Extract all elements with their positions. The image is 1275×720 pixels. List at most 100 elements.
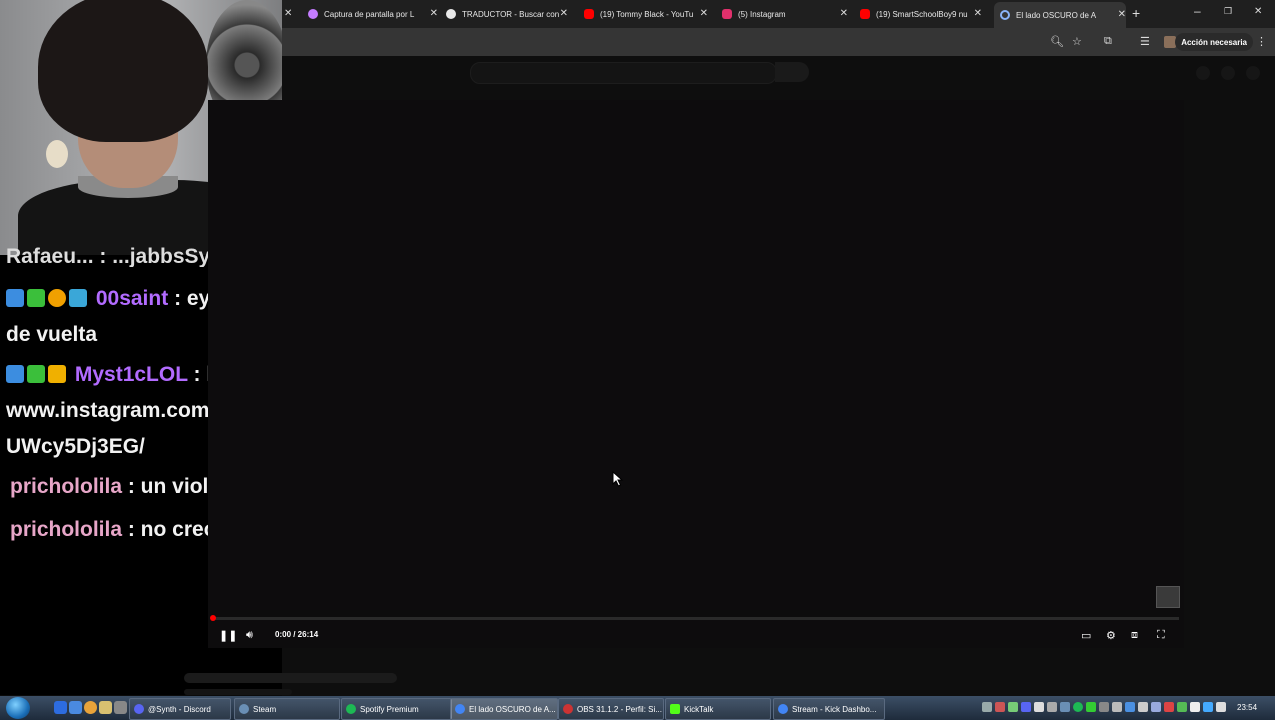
start-button[interactable] [6,697,30,719]
close-icon[interactable]: ✕ [840,8,848,19]
close-icon[interactable]: ✕ [560,8,568,19]
channel-watermark[interactable] [1156,586,1180,608]
browser-tab[interactable]: (5) Instagram ✕ [722,4,848,24]
tray-icon[interactable] [1177,702,1187,712]
tab-title: (19) SmartSchoolBoy9 nu [876,9,968,19]
taskbar-item-obs[interactable]: OBS 31.1.2 - Perfil: Si... [558,698,664,720]
badge-icon [6,365,24,383]
video-player[interactable] [208,100,1184,648]
taskbar-item-kick-dashboard[interactable]: Stream - Kick Dashbo... [773,698,885,720]
fullscreen-icon[interactable]: ⛶ [1157,629,1165,642]
profile-avatar[interactable] [1164,36,1176,48]
tray-icon[interactable] [995,702,1005,712]
media-icon[interactable]: ☰ [1140,35,1150,48]
chat-username: Myst1cLOL [74,363,188,386]
quick-launch-icon[interactable] [54,701,67,714]
tray-icon[interactable] [1099,702,1109,712]
chrome-icon [455,704,465,714]
header-icon[interactable] [1221,66,1235,80]
miniplayer-icon[interactable]: ⧈ [1131,629,1138,642]
browser-tab[interactable]: (19) SmartSchoolBoy9 nu ✕ [860,4,982,24]
restore-button[interactable]: ❐ [1224,6,1232,17]
instagram-icon [722,9,732,19]
taskbar-item-steam[interactable]: Steam [234,698,340,720]
tray-icon[interactable] [982,702,992,712]
extensions-icon[interactable]: ⧉ [1104,35,1112,48]
chat-username: 00saint [95,287,169,310]
crown-icon [48,365,66,383]
tab-title: Captura de pantalla por L [324,9,415,19]
taskbar-item-browser[interactable]: El lado OSCURO de A... [450,698,558,720]
search-input[interactable] [470,62,777,84]
youtube-icon [584,9,594,19]
tray-icon[interactable] [1164,702,1174,712]
minimize-button[interactable]: – [1194,4,1201,18]
avatar[interactable] [1246,66,1260,80]
bookmark-star-icon[interactable]: ☆ [1072,35,1082,48]
tab-title: (5) Instagram [738,9,786,19]
horizontal-scrollbar[interactable] [184,673,397,683]
settings-gear-icon[interactable]: ⚙ [1106,629,1116,642]
tray-icon[interactable] [1047,702,1057,712]
kicktalk-icon [670,704,680,714]
quick-launch-icon[interactable] [114,701,127,714]
badge-icon [48,289,66,307]
browser-tab[interactable]: Captura de pantalla por L ✕ [308,4,438,24]
video-progress-bar[interactable] [212,617,1179,620]
badge-icon [27,289,45,307]
discord-tray-icon[interactable] [1021,702,1031,712]
feather-icon [308,9,318,19]
scroll-indicator[interactable] [184,689,292,695]
tray-icon[interactable] [1008,702,1018,712]
zoom-icon[interactable]: 🔍︎ [1050,35,1064,48]
pause-icon[interactable]: ❚❚ [219,629,237,642]
menu-icon[interactable]: ⋮ [1256,35,1267,48]
tray-icon[interactable] [1138,702,1148,712]
browser-tab[interactable]: (19) Tommy Black - YouTu ✕ [584,4,708,24]
taskbar-item-spotify[interactable]: Spotify Premium [341,698,452,720]
volume-icon[interactable] [1216,702,1226,712]
chrome-icon [778,704,788,714]
tab-strip: ✕ Captura de pantalla por L ✕ TRADUCTOR … [282,0,1275,28]
spotify-icon [346,704,356,714]
steam-tray-icon[interactable] [1060,702,1070,712]
new-tab-button[interactable]: + [1132,5,1140,21]
tray-icon[interactable] [1203,702,1213,712]
scrubber-handle[interactable] [210,615,216,621]
spotify-tray-icon[interactable] [1073,702,1083,712]
tray-icon[interactable] [1125,702,1135,712]
subtitles-icon[interactable]: ▭ [1081,629,1091,642]
tray-icon[interactable] [1190,702,1200,712]
loading-icon [1000,10,1010,20]
search-button[interactable] [775,62,809,82]
tray-icon[interactable] [1034,702,1044,712]
close-icon[interactable]: ✕ [430,8,438,19]
action-required-button[interactable]: Acción necesaria [1175,33,1253,51]
mouse-cursor-icon [612,471,624,487]
volume-icon[interactable]: 🔊︎ [246,629,253,642]
header-icon[interactable] [1196,66,1210,80]
browser-tab[interactable]: TRADUCTOR - Buscar con ✕ [446,4,568,24]
chrome-icon[interactable] [84,701,97,714]
tray-icon[interactable] [1112,702,1122,712]
taskbar-item-discord[interactable]: @Synth - Discord [129,698,231,720]
close-icon[interactable]: ✕ [284,8,292,19]
tray-icon[interactable] [1086,702,1096,712]
browser-tab-active[interactable]: El lado OSCURO de A ✕ [994,2,1126,28]
tab-title: (19) Tommy Black - YouTu [600,9,694,19]
network-icon[interactable] [1151,702,1161,712]
time-display: 0:00 / 26:14 [275,630,319,639]
taskbar-item-kicktalk[interactable]: KickTalk [665,698,771,720]
headset-mic [46,140,68,168]
window-close-button[interactable]: ✕ [1254,6,1262,17]
chat-username: prichololila [10,475,123,498]
system-tray [982,700,1232,716]
folder-icon[interactable] [99,701,112,714]
close-icon[interactable]: ✕ [974,8,982,19]
close-icon[interactable]: ✕ [700,8,708,19]
tab-title: El lado OSCURO de A [1016,10,1097,20]
quick-launch-icon[interactable] [69,701,82,714]
discord-icon [134,704,144,714]
clock[interactable]: 23:54 [1237,703,1257,712]
close-icon[interactable]: ✕ [1118,9,1126,20]
